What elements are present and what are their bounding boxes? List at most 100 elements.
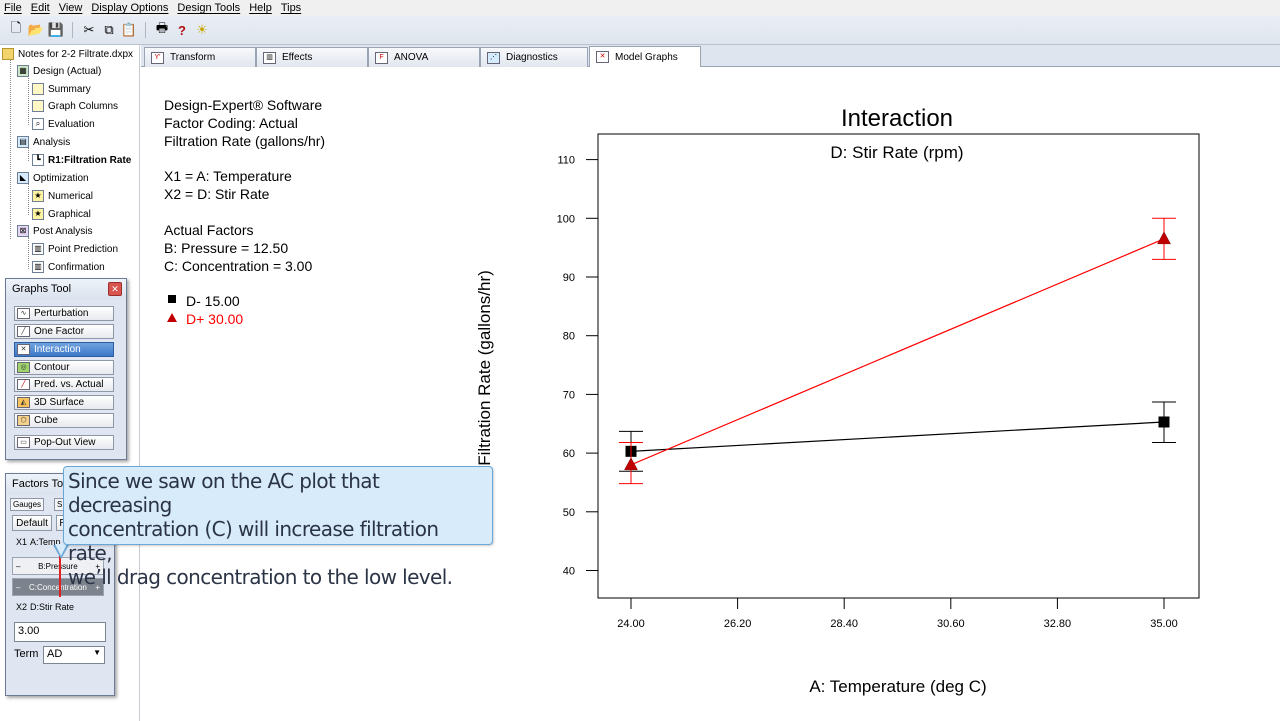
help-icon[interactable]: ?: [174, 22, 190, 38]
tree-root[interactable]: Notes for 2-2 Filtrate.dxpx: [2, 46, 133, 62]
tree-item-graphical[interactable]: ★ Graphical: [32, 206, 91, 222]
post-analysis-icon: ⊠: [17, 225, 29, 237]
optimization-icon: ◣: [17, 172, 29, 184]
term-select[interactable]: AD ▼: [43, 646, 105, 664]
tree-item-numerical[interactable]: ★ Numerical: [32, 188, 93, 204]
legend-low: D- 15.00: [186, 293, 240, 309]
tree-item-evaluation[interactable]: ⌕ Evaluation: [32, 116, 95, 132]
transform-icon: Y': [151, 51, 164, 64]
tab-label: ANOVA: [394, 52, 429, 63]
tree-item-label: Evaluation: [48, 118, 95, 130]
tree-item-label: Optimization: [33, 172, 89, 184]
menu-display-options[interactable]: Display Options: [91, 2, 168, 14]
pred-vs-actual-button[interactable]: ╱ Pred. vs. Actual: [14, 377, 114, 392]
save-icon[interactable]: 💾: [48, 22, 64, 38]
menu-view[interactable]: View: [59, 2, 83, 14]
tree-connector: [28, 183, 29, 215]
contour-icon: ◎: [17, 362, 30, 373]
close-icon[interactable]: ✕: [108, 282, 122, 296]
tab-anova[interactable]: F ANOVA: [368, 47, 480, 67]
perturbation-button[interactable]: ∿ Perturbation: [14, 306, 114, 321]
button-label: One Factor: [34, 326, 85, 337]
callout-line: we’ll drag concentration to the low leve…: [68, 565, 453, 589]
legend-square-marker: [168, 295, 176, 303]
tree-item-label: Graph Columns: [48, 100, 119, 112]
actual-factors-label: Actual Factors: [164, 222, 254, 238]
interaction-button[interactable]: ✕ Interaction: [14, 342, 114, 357]
perturbation-icon: ∿: [17, 308, 30, 319]
tip-icon[interactable]: ☀: [194, 22, 210, 38]
tree-item-summary[interactable]: Summary: [32, 81, 91, 97]
tree-item-analysis[interactable]: ▤ Analysis: [17, 134, 70, 150]
pop-out-view-button[interactable]: ▭ Pop-Out View: [14, 435, 114, 450]
tree-item-optimization[interactable]: ◣ Optimization: [17, 170, 89, 186]
interaction-icon: ✕: [17, 344, 30, 355]
legend-triangle-marker: [167, 313, 177, 322]
tree-item-confirmation[interactable]: ▥ Confirmation: [32, 259, 105, 275]
diagnostics-icon: ⋰: [487, 51, 500, 64]
numerical-icon: ★: [32, 190, 44, 202]
confirmation-icon: ▥: [32, 261, 44, 273]
response-label: Filtration Rate (gallons/hr): [164, 133, 326, 149]
toolbar-divider: [145, 22, 146, 38]
summary-icon: [32, 83, 44, 95]
tree-item-label: Graphical: [48, 208, 91, 220]
contour-button[interactable]: ◎ Contour: [14, 360, 114, 375]
callout-line: Since we saw on the AC plot that decreas…: [68, 469, 380, 517]
toolbar: 🗋 📂 💾 ✂ ⧉ 📋 🖶 ? ☀: [0, 16, 1280, 45]
tree-item-post-analysis[interactable]: ⊠ Post Analysis: [17, 223, 92, 239]
tab-transform[interactable]: Y' Transform: [144, 47, 256, 67]
tree-item-label: Analysis: [33, 136, 71, 148]
axis-assignment: X1: [16, 537, 28, 547]
tree-item-graph-columns[interactable]: Graph Columns: [32, 98, 118, 114]
one-factor-button[interactable]: ╱ One Factor: [14, 324, 114, 339]
response-icon: ┗: [32, 154, 44, 166]
factor-name: D:Stir Rate: [30, 602, 75, 612]
cube-button[interactable]: ⬡ Cube: [14, 413, 114, 428]
tree-root-label: Notes for 2-2 Filtrate.dxpx: [18, 48, 134, 60]
tree-item-r1[interactable]: ┗ R1:Filtration Rate: [32, 152, 131, 168]
tree-item-label: Point Prediction: [48, 243, 119, 255]
new-icon[interactable]: 🗋: [8, 20, 24, 38]
tab-label: Model Graphs: [615, 51, 678, 63]
default-button[interactable]: Default: [12, 515, 52, 531]
copy-icon[interactable]: ⧉: [101, 22, 117, 38]
tab-gauges[interactable]: Gauges: [10, 498, 45, 511]
open-icon[interactable]: 📂: [28, 22, 44, 38]
tab-label: Diagnostics: [506, 52, 558, 63]
tab-model-graphs[interactable]: ✕ Model Graphs: [589, 46, 701, 67]
tab-label: Effects: [282, 52, 313, 63]
anova-icon: F: [375, 51, 388, 64]
pop-out-icon: ▭: [17, 437, 30, 448]
concentration-value: C: Concentration = 3.00: [164, 258, 313, 274]
tab-effects[interactable]: ▥ Effects: [256, 47, 368, 67]
analysis-icon: ▤: [17, 136, 29, 148]
evaluation-icon: ⌕: [32, 118, 44, 130]
tree-item-design[interactable]: ▦ Design (Actual): [17, 63, 101, 79]
axis-assignment: X2: [16, 602, 28, 612]
menu-file[interactable]: File: [4, 2, 22, 14]
tree-item-label: Summary: [48, 83, 91, 95]
factor-x2-row[interactable]: X2 D:Stir Rate: [16, 602, 108, 612]
tree-item-point-prediction[interactable]: ▥ Point Prediction: [32, 241, 118, 257]
menu-edit[interactable]: Edit: [31, 2, 50, 14]
print-icon[interactable]: 🖶: [154, 20, 170, 38]
button-label: Contour: [34, 362, 70, 373]
button-label: Cube: [34, 415, 58, 426]
slider-min: –: [16, 582, 21, 592]
cube-icon: ⬡: [17, 415, 30, 426]
3d-surface-button[interactable]: ◭ 3D Surface: [14, 395, 114, 410]
tree-item-label: Design (Actual): [33, 65, 102, 77]
tree-item-label: Numerical: [48, 190, 94, 202]
slider-handle[interactable]: [59, 555, 61, 597]
paste-icon[interactable]: 📋: [121, 22, 137, 38]
folder-icon: [2, 48, 14, 60]
factor-value-input[interactable]: 3.00: [14, 622, 106, 642]
tab-diagnostics[interactable]: ⋰ Diagnostics: [480, 47, 588, 67]
menu-tips[interactable]: Tips: [281, 2, 301, 14]
menu-design-tools[interactable]: Design Tools: [177, 2, 240, 14]
callout-line: concentration (C) will increase filtrati…: [68, 517, 439, 565]
term-select-value: AD: [47, 648, 63, 660]
menu-help[interactable]: Help: [249, 2, 272, 14]
cut-icon[interactable]: ✂: [81, 22, 97, 38]
